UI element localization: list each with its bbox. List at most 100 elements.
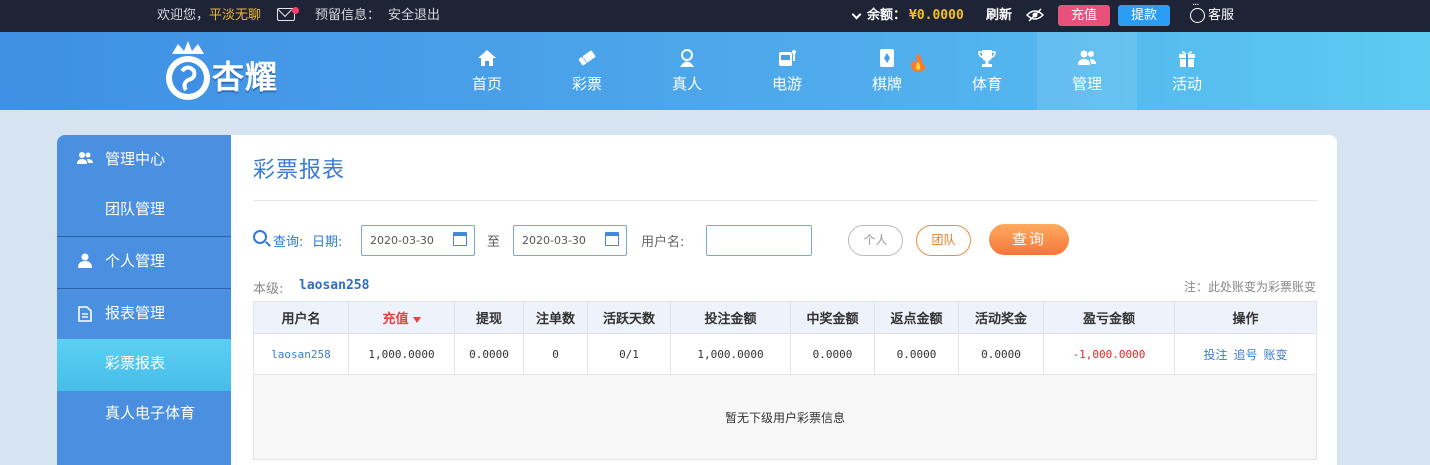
- column-header: 操作: [1174, 301, 1317, 334]
- level-label: 本级:: [253, 282, 284, 297]
- chase-link[interactable]: 追号: [1233, 348, 1257, 362]
- balance-label: 余额：: [867, 8, 907, 23]
- column-header: 注单数: [523, 301, 588, 334]
- welcome-text: 欢迎您，: [157, 8, 210, 23]
- sidebar-item-label: 个人管理: [105, 252, 166, 270]
- nav-label: 管理: [1071, 75, 1102, 93]
- sidebar-item-label: 彩票报表: [105, 354, 166, 372]
- customer-service-link[interactable]: 客服: [1208, 0, 1234, 32]
- nav-label: 电游: [771, 75, 802, 93]
- header: 杏耀 首页 彩票 真人 电游 棋牌 体育 管理 活动: [0, 32, 1430, 110]
- nav-label: 真人: [671, 75, 702, 93]
- nav-label: 首页: [471, 75, 502, 93]
- logout-link[interactable]: 安全退出: [388, 0, 440, 32]
- personal-filter-button[interactable]: 个人: [848, 225, 903, 256]
- withdraw-button[interactable]: 提款: [1118, 5, 1170, 26]
- column-header: 中奖金额: [790, 301, 875, 334]
- nav-sports[interactable]: 体育: [937, 32, 1037, 110]
- user-icon: [78, 253, 92, 268]
- brand-logo-text: 杏耀: [212, 58, 279, 96]
- chat-bubble-icon[interactable]: [1190, 0, 1205, 23]
- refresh-button[interactable]: 刷新: [986, 0, 1012, 32]
- empty-state-row: 暂无下级用户彩票信息: [253, 374, 1317, 460]
- calendar-icon[interactable]: [605, 232, 619, 246]
- bet-amount-cell: 1,000.0000: [670, 333, 791, 375]
- unread-dot-icon: [292, 7, 299, 14]
- withdraw-cell: 0.0000: [454, 333, 524, 375]
- profit-loss-cell: -1,000.0000: [1043, 333, 1175, 375]
- brand-emblem-icon: [166, 41, 210, 100]
- column-header: 用户名: [253, 301, 349, 334]
- query-button[interactable]: 查询: [989, 224, 1069, 255]
- gift-icon: [1179, 51, 1195, 67]
- hot-flame-icon: [911, 53, 926, 72]
- nav-label: 活动: [1171, 75, 1202, 93]
- lottery-ticket-icon: [578, 50, 596, 66]
- recharge-button[interactable]: 充值: [1058, 5, 1110, 26]
- sidebar-item-label: 管理中心: [105, 150, 166, 168]
- balance-value: ¥0.0000: [909, 8, 964, 23]
- reserved-info-link[interactable]: 预留信息：: [315, 0, 380, 32]
- account-changes-link[interactable]: 账变: [1264, 348, 1288, 362]
- sidebar-item-label: 报表管理: [105, 304, 166, 322]
- nav-cards[interactable]: 棋牌: [837, 32, 937, 110]
- report-note: 注：此处账变为彩票账变: [1183, 280, 1316, 294]
- sidebar-item-team-management[interactable]: 团队管理: [57, 185, 231, 237]
- top-bar: 欢迎您， 平淡无聊 预留信息： 安全退出 余额： ¥0.0000 刷新 充值 提…: [0, 0, 1430, 32]
- username-input[interactable]: [706, 225, 812, 256]
- username-cell[interactable]: laosan258: [253, 333, 349, 375]
- bonus-cell: 0.0000: [958, 333, 1044, 375]
- nav-promotions[interactable]: 活动: [1137, 32, 1237, 110]
- chevron-down-icon[interactable]: [851, 9, 862, 20]
- nav-slots[interactable]: 电游: [737, 32, 837, 110]
- slot-machine-icon: [779, 50, 796, 66]
- live-dealer-icon: [680, 49, 694, 67]
- date-range-separator: 至: [487, 235, 501, 250]
- column-header: 提现: [454, 301, 524, 334]
- bets-link[interactable]: 投注: [1203, 348, 1227, 362]
- nav-label: 棋牌: [871, 75, 902, 93]
- divider: [253, 200, 1317, 201]
- column-header: 活动奖金: [958, 301, 1044, 334]
- active-days-cell: 0/1: [587, 333, 671, 375]
- column-header-sortable[interactable]: 充值: [348, 301, 455, 334]
- nav-home[interactable]: 首页: [437, 32, 537, 110]
- sidebar-item-label: 真人电子体育: [105, 404, 196, 422]
- team-filter-button[interactable]: 团队: [916, 225, 971, 256]
- column-header: 返点金额: [874, 301, 959, 334]
- trophy-icon: [978, 50, 996, 67]
- calendar-icon[interactable]: [453, 232, 467, 246]
- table-row: laosan258 1,000.0000 0.0000 0 0/1 1,000.…: [253, 333, 1317, 375]
- nav-label: 体育: [971, 75, 1002, 93]
- card-game-icon: [880, 49, 894, 67]
- win-amount-cell: 0.0000: [790, 333, 875, 375]
- date-label: 日期:: [312, 235, 343, 250]
- main-panel: 彩票报表 查询: 日期: 2020-03-30 至 2020-03-30 用户名…: [231, 135, 1337, 465]
- sidebar: 管理中心 团队管理 个人管理 报表管理 彩票报表 真人电子体育: [57, 135, 231, 465]
- users-icon: [77, 152, 93, 164]
- nav-lottery[interactable]: 彩票: [537, 32, 637, 110]
- column-header: 盈亏金额: [1043, 301, 1175, 334]
- orders-cell: 0: [523, 333, 588, 375]
- sidebar-item-lottery-report[interactable]: 彩票报表: [57, 339, 231, 391]
- sidebar-item-label: 团队管理: [105, 200, 166, 218]
- sidebar-item-report-management[interactable]: 报表管理: [57, 289, 231, 341]
- actions-cell: 投注 追号 账变: [1174, 333, 1317, 375]
- users-icon: [1078, 50, 1096, 65]
- column-header-label: 充值: [382, 312, 409, 327]
- sidebar-item-management-center[interactable]: 管理中心: [57, 135, 231, 187]
- lottery-report-table: 用户名 充值 提现 注单数 活跃天数 投注金额 中奖金额 返点金额 活动奖金 盈…: [253, 301, 1317, 460]
- nickname-link[interactable]: 平淡无聊: [209, 0, 261, 32]
- eye-hidden-icon[interactable]: [1025, 8, 1045, 26]
- table-header-row: 用户名 充值 提现 注单数 活跃天数 投注金额 中奖金额 返点金额 活动奖金 盈…: [253, 301, 1317, 334]
- column-header: 投注金额: [670, 301, 791, 334]
- rebate-cell: 0.0000: [874, 333, 959, 375]
- level-username: laosan258: [299, 278, 370, 293]
- search-icon: [253, 230, 267, 244]
- query-label: 查询:: [273, 235, 304, 250]
- sidebar-item-live-electronic-sports[interactable]: 真人电子体育: [57, 389, 231, 441]
- nav-label: 彩票: [571, 75, 602, 93]
- nav-live[interactable]: 真人: [637, 32, 737, 110]
- sidebar-item-personal-management[interactable]: 个人管理: [57, 237, 231, 289]
- nav-manage[interactable]: 管理: [1037, 32, 1137, 110]
